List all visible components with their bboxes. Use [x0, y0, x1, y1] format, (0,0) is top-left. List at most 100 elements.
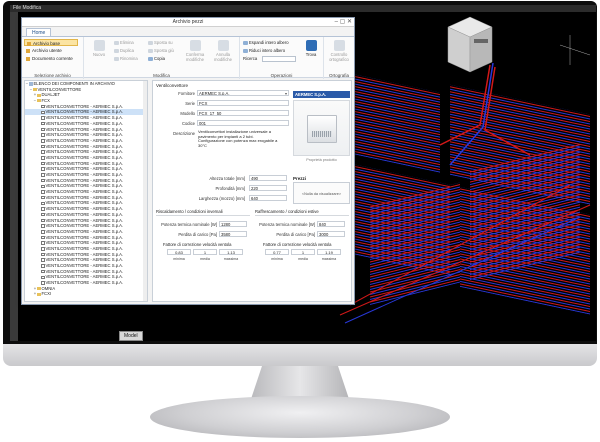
tree-leaf-label: VENTILCONVETTORE - AERMEC S.p.A. [45, 280, 124, 286]
checkbox-icon[interactable] [41, 201, 45, 206]
move-up-button[interactable]: Sposta su [148, 40, 173, 45]
checkbox-icon[interactable] [41, 150, 45, 154]
checkbox-icon[interactable] [41, 178, 45, 183]
tree-node-fcxi[interactable]: + FCXI [25, 291, 147, 297]
checkbox-icon[interactable] [41, 212, 45, 217]
checkbox-icon[interactable] [41, 190, 45, 194]
width-field[interactable]: 640 [249, 195, 287, 201]
checkbox-icon[interactable] [41, 127, 45, 132]
checkbox-icon[interactable] [41, 167, 45, 171]
window-controls[interactable]: – ▢ ✕ [335, 18, 352, 27]
delete-button[interactable]: Elimina [114, 40, 134, 45]
series-field[interactable]: FCX [197, 100, 289, 106]
modifica-group-label: Modifica [153, 73, 170, 78]
summer-factor-med[interactable]: 1 [291, 249, 315, 255]
checkbox-icon[interactable] [41, 156, 45, 160]
checkbox-icon[interactable] [41, 161, 45, 166]
winter-factor-min[interactable]: 0.83 [167, 249, 191, 255]
checkbox-icon[interactable] [41, 252, 45, 257]
checkbox-icon[interactable] [41, 281, 45, 285]
archive-base-button[interactable]: Archivio base [24, 39, 78, 46]
supplier-select[interactable]: AERMEC S.p.A. [197, 90, 289, 96]
move-down-button[interactable]: Sposta giù [148, 48, 174, 53]
depth-field[interactable]: 220 [249, 185, 287, 191]
tree-leaf-label: VENTILCONVETTORE - AERMEC S.p.A. [45, 240, 124, 246]
summer-factor-max[interactable]: 1.19 [317, 249, 341, 255]
component-tree[interactable]: − ELENCO DEI COMPONENTI IN ARCHIVIO − VENT… [24, 80, 148, 302]
code-field[interactable]: 001 [197, 120, 289, 126]
tree-leaf-label: VENTILCONVETTORE - AERMEC S.p.A. [45, 172, 124, 177]
copy-label: Copia [154, 56, 165, 61]
ribbon-tabs: Home [22, 27, 354, 36]
tree-leaf-label: VENTILCONVETTORE - AERMEC S.p.A. [45, 223, 124, 229]
summer-power-field[interactable]: 840 [317, 221, 345, 227]
summer-pressure-field[interactable]: 3000 [317, 231, 345, 237]
rename-label: Rinomina [120, 56, 138, 61]
tree-leaf-list: VENTILCONVETTORE - AERMEC S.p.A. VENTILCO… [25, 104, 147, 286]
expand-tree-button[interactable]: Espandi intero albero [243, 40, 289, 45]
cancel-changes-button[interactable]: Annulla modifiche [210, 40, 236, 62]
winter-pressure-field[interactable]: 3580 [219, 231, 247, 237]
checkbox-icon[interactable] [41, 235, 45, 240]
spell-check-button[interactable]: Controllo ortografico [326, 40, 352, 62]
search-label-item: Ricerca [243, 56, 257, 61]
new-button[interactable]: Nuovo [86, 40, 112, 57]
tree-leaf-label: VENTILCONVETTORE - AERMEC S.p.A. [45, 263, 124, 268]
tree-leaf-label: VENTILCONVETTORE - AERMEC S.p.A. [45, 166, 124, 172]
tree-leaf-label: VENTILCONVETTORE - AERMEC S.p.A. [45, 245, 124, 251]
tree-leaf-label: VENTILCONVETTORE - AERMEC S.p.A. [45, 103, 124, 109]
cad-viewport[interactable]: File Modifica Model Archivio pezzi – ▢ ✕… [10, 5, 596, 341]
checkbox-icon[interactable] [41, 104, 45, 109]
current-document-button[interactable]: Documento corrente [24, 55, 78, 62]
checkbox-icon[interactable] [41, 264, 45, 268]
search-input[interactable] [262, 56, 296, 62]
checkbox-icon[interactable] [41, 224, 45, 228]
checkbox-icon[interactable] [41, 184, 45, 189]
checkbox-icon[interactable] [41, 275, 45, 280]
find-button[interactable]: Trova [298, 40, 324, 57]
checkbox-icon[interactable] [41, 139, 45, 143]
checkbox-icon[interactable] [41, 144, 45, 149]
model-field[interactable]: FCX_17_50 [197, 110, 289, 116]
checkbox-icon[interactable] [41, 133, 45, 137]
archive-user-button[interactable]: Archivio utente [24, 47, 78, 54]
checkbox-icon[interactable] [41, 269, 45, 274]
collapse-tree-button[interactable]: Riduci intero albero [243, 48, 285, 53]
depth-label: Profondità [mm] [215, 186, 245, 191]
checkbox-icon[interactable] [41, 116, 45, 120]
product-properties-link[interactable]: Proprietà prodotto [293, 158, 350, 162]
checkbox-icon[interactable] [41, 247, 45, 251]
confirm-changes-button[interactable]: Conferma modifiche [182, 40, 208, 62]
winter-factor-max[interactable]: 1.13 [219, 249, 243, 255]
model-tab[interactable]: Model [119, 331, 143, 341]
duplicate-button[interactable]: Duplica [114, 48, 134, 53]
prices-list[interactable]: <Nulla da visualizzare> [293, 182, 350, 204]
checkbox-icon[interactable] [41, 258, 45, 262]
tab-home[interactable]: Home [26, 28, 52, 36]
checkbox-icon[interactable] [41, 241, 45, 245]
rename-button[interactable]: Rinomina [114, 56, 138, 61]
checkbox-icon[interactable] [41, 121, 45, 126]
description-text[interactable]: Ventilconvettori installazione universal… [198, 129, 290, 148]
summer-fan-factor-label: Fattore di correzione velocità ventola [263, 242, 332, 247]
binoculars-icon [305, 40, 317, 51]
checkbox-icon[interactable] [41, 173, 45, 177]
archive-user-label: Archivio utente [32, 48, 62, 53]
height-field[interactable]: 490 [249, 175, 287, 181]
copy-button[interactable]: Copia [148, 56, 165, 61]
winter-factor-med[interactable]: 1 [193, 249, 217, 255]
checkbox-icon[interactable] [41, 230, 45, 234]
checkbox-icon[interactable] [41, 218, 45, 223]
summer-factor-min[interactable]: 0.77 [265, 249, 289, 255]
tree-leaf-label: VENTILCONVETTORE - AERMEC S.p.A. [45, 200, 124, 206]
tree-scrollbar[interactable] [143, 81, 147, 301]
checkbox-icon[interactable] [41, 207, 45, 211]
checkbox-icon[interactable] [41, 195, 45, 200]
tree-leaf-label: VENTILCONVETTORE - AERMEC S.p.A. [45, 251, 124, 257]
tree-leaf-label: VENTILCONVETTORE - AERMEC S.p.A. [45, 257, 124, 263]
winter-caption-max: massima [223, 257, 239, 261]
tree-node-label: FCXI [41, 291, 52, 297]
expand-label: Espandi intero albero [249, 40, 289, 45]
winter-power-field[interactable]: 1280 [219, 221, 247, 227]
checkbox-icon[interactable] [41, 110, 45, 115]
